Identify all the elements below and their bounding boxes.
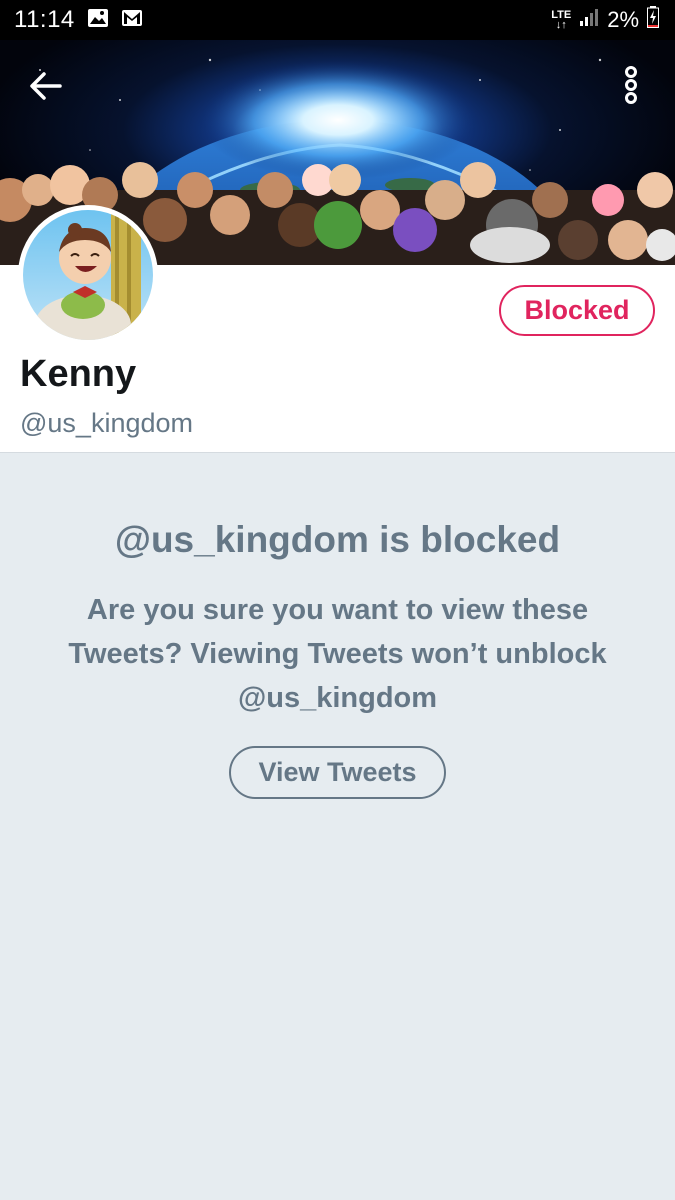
battery-charging-icon — [647, 6, 659, 34]
profile-handle: @us_kingdom — [20, 408, 193, 438]
more-vertical-icon — [625, 66, 637, 104]
status-left: 11:14 — [14, 6, 143, 34]
status-bar: 11:14 LTE ↓↑ 2% — [0, 0, 675, 40]
blocked-title: @us_kingdom is blocked — [114, 519, 561, 560]
blocked-notice-panel: @us_kingdom is blocked Are you sure you … — [0, 453, 675, 1200]
avatar-image — [23, 210, 153, 340]
status-right: LTE ↓↑ 2% — [551, 6, 659, 34]
arrow-left-icon — [30, 72, 62, 100]
more-options-button[interactable] — [616, 64, 646, 108]
view-tweets-button[interactable]: View Tweets — [229, 746, 446, 799]
blocked-message: Are you sure you want to view these Twee… — [68, 594, 607, 714]
profile-name: Kenny — [20, 353, 137, 395]
back-button[interactable] — [26, 68, 66, 104]
signal-icon — [579, 7, 599, 33]
gmail-notification-icon — [121, 9, 143, 32]
network-type: LTE ↓↑ — [551, 9, 572, 31]
status-time: 11:14 — [14, 6, 75, 33]
battery-percent: 2% — [607, 7, 639, 32]
avatar[interactable] — [18, 205, 158, 345]
blocked-button[interactable]: Blocked — [499, 285, 655, 336]
network-type-label: LTE — [551, 9, 572, 21]
image-notification-icon — [87, 8, 109, 33]
